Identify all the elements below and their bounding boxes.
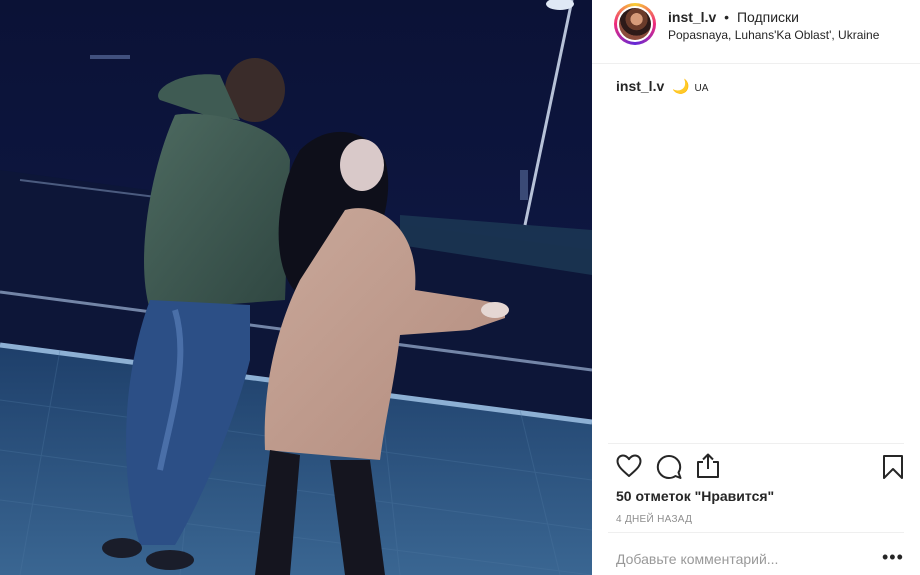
header-user-line: inst_l.v • Подписки [668,9,799,25]
likes-count[interactable]: 50 отметок "Нравится" [616,488,774,504]
post-timestamp[interactable]: 4 ДНЕЙ НАЗАД [616,514,692,525]
location-link[interactable]: Popasnaya, Luhans'Ka Oblast', Ukraine [668,28,879,42]
post-caption: inst_l.v 🌙 UA [616,78,708,95]
comment-input[interactable] [616,548,846,570]
following-button[interactable]: Подписки [737,9,799,25]
moon-emoji: 🌙 [672,78,690,94]
comment-divider [608,532,904,533]
heart-icon[interactable] [616,454,642,483]
post-header: inst_l.v • Подписки Popasnaya, Luhans'Ka… [592,0,920,64]
header-username[interactable]: inst_l.v [668,9,716,25]
avatar[interactable] [614,3,656,45]
header-separator: • [724,9,730,25]
bookmark-icon[interactable] [882,454,904,485]
avatar-frame [617,6,653,42]
post-photo[interactable] [0,0,592,575]
flag-text: UA [694,83,709,94]
caption-username[interactable]: inst_l.v [616,78,664,94]
share-icon[interactable] [695,453,721,484]
avatar-image [619,8,651,40]
more-options-icon[interactable]: ••• [882,548,904,566]
actions-divider [608,443,904,444]
comment-icon[interactable] [656,454,682,485]
post-sidebar: inst_l.v • Подписки Popasnaya, Luhans'Ka… [592,0,920,575]
photo-scene [0,0,592,575]
